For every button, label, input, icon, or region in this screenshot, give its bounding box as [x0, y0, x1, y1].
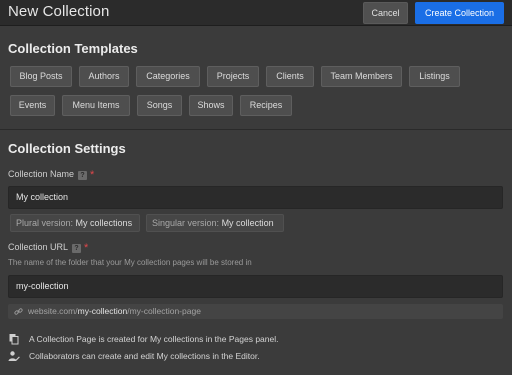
- collection-url-label-text: Collection URL: [8, 242, 69, 252]
- singular-value: My collection: [221, 218, 274, 228]
- modal-header: New Collection Cancel Create Collection: [0, 0, 512, 26]
- template-shows[interactable]: Shows: [189, 95, 233, 116]
- template-listings[interactable]: Listings: [409, 66, 460, 87]
- url-rest: /my-collection-page: [127, 306, 201, 316]
- template-songs[interactable]: Songs: [137, 95, 182, 116]
- collaborator-icon: [8, 351, 20, 361]
- help-icon[interactable]: ?: [72, 244, 82, 253]
- singular-version-chip[interactable]: Singular version: My collection: [146, 214, 284, 232]
- templates-heading: Collection Templates: [8, 41, 138, 56]
- url-hint: The name of the folder that your My coll…: [8, 258, 252, 267]
- template-team-members[interactable]: Team Members: [321, 66, 402, 87]
- url-slug: my-collection: [77, 306, 128, 316]
- pages-icon: [9, 334, 19, 345]
- section-divider: [0, 129, 512, 130]
- cancel-button[interactable]: Cancel: [363, 2, 408, 24]
- template-categories[interactable]: Categories: [136, 66, 200, 87]
- collection-url-label: Collection URL? *: [8, 242, 88, 254]
- info-pages-text: A Collection Page is created for My coll…: [29, 334, 279, 344]
- template-authors[interactable]: Authors: [79, 66, 129, 87]
- template-events[interactable]: Events: [10, 95, 55, 116]
- plural-prefix: Plural version:: [16, 218, 74, 228]
- template-menu-items[interactable]: Menu Items: [62, 95, 130, 116]
- info-editor-text: Collaborators can create and edit My col…: [29, 351, 260, 361]
- singular-prefix: Singular version:: [152, 218, 220, 228]
- required-asterisk: *: [90, 169, 95, 181]
- plural-value: My collections: [75, 218, 133, 228]
- url-preview: website.com/my-collection/my-collection-…: [8, 304, 503, 319]
- template-recipes[interactable]: Recipes: [240, 95, 292, 116]
- create-collection-button[interactable]: Create Collection: [415, 2, 504, 24]
- link-icon: [14, 308, 23, 315]
- plural-version-chip[interactable]: Plural version: My collections: [10, 214, 140, 232]
- collection-name-label-text: Collection Name: [8, 169, 75, 179]
- template-blog-posts[interactable]: Blog Posts: [10, 66, 72, 87]
- collection-name-input[interactable]: My collection: [8, 186, 503, 209]
- required-asterisk: *: [84, 242, 89, 254]
- settings-heading: Collection Settings: [8, 141, 126, 156]
- url-domain: website.com/: [28, 306, 78, 316]
- help-icon[interactable]: ?: [78, 171, 88, 180]
- template-projects[interactable]: Projects: [207, 66, 259, 87]
- modal-title: New Collection: [8, 3, 110, 20]
- template-clients[interactable]: Clients: [266, 66, 314, 87]
- collection-name-label: Collection Name? *: [8, 169, 94, 181]
- collection-url-input[interactable]: my-collection: [8, 275, 503, 298]
